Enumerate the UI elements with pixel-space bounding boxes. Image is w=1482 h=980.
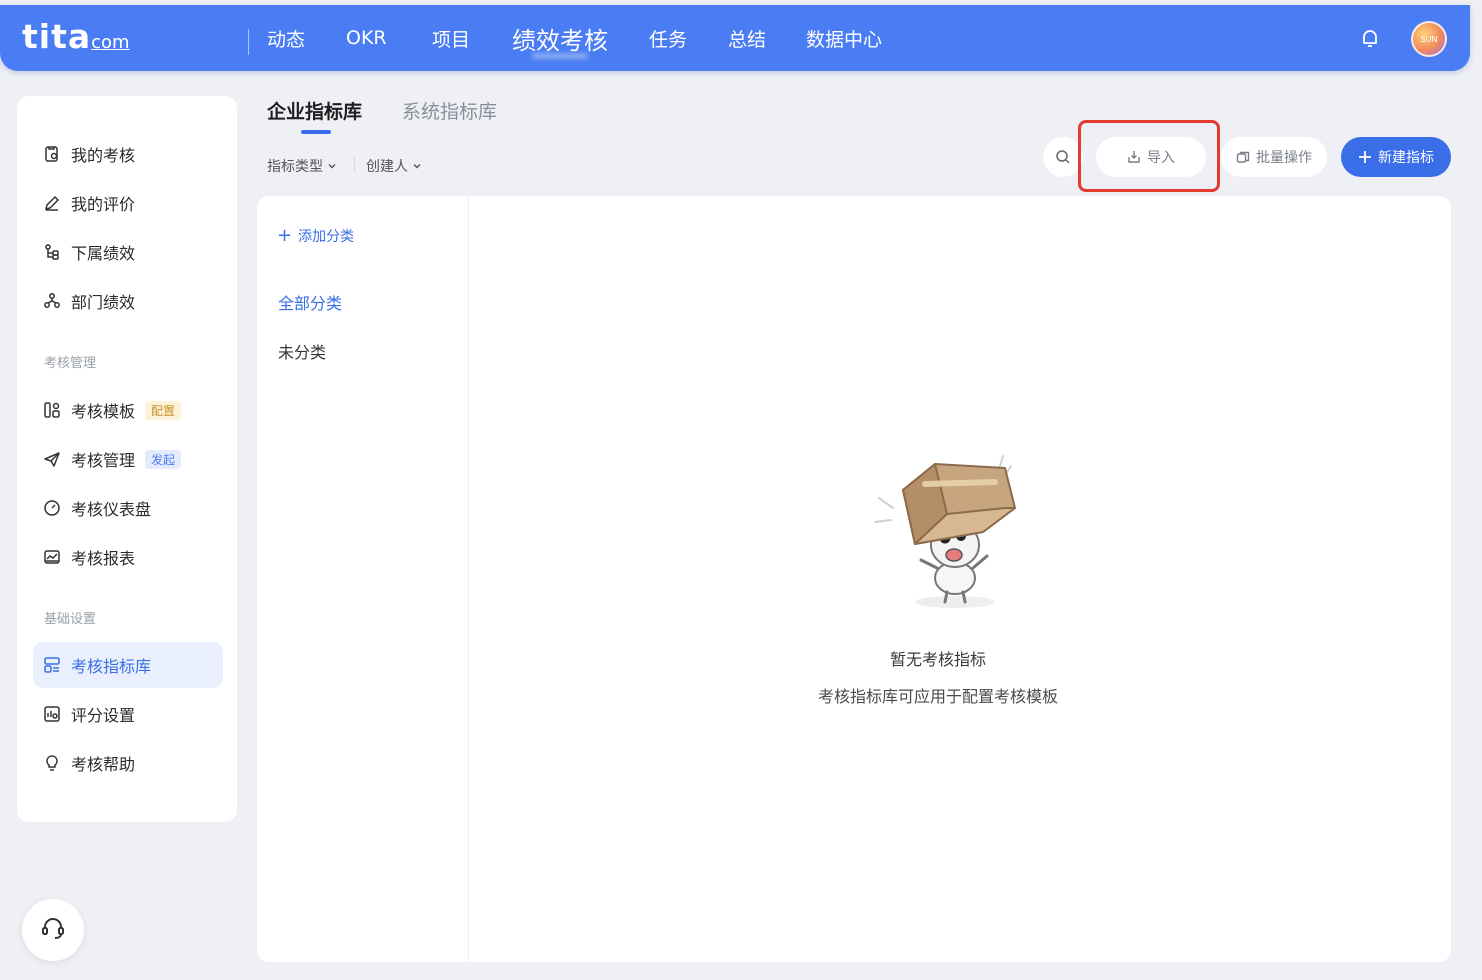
sidebar-item-label: 考核模板 <box>71 402 136 421</box>
sidebar-item-indicator-library[interactable]: 考核指标库 <box>33 642 223 688</box>
empty-state-title: 暂无考核指标 <box>889 650 986 669</box>
sidebar-item-review-management[interactable]: 考核管理 发起 <box>33 436 223 482</box>
sidebar-item-my-review[interactable]: 我的考核 <box>33 131 223 177</box>
top-navigation-bar: titacom 动态 OKR 项目 绩效考核 任务 总结 数据中心 SUN <box>0 5 1470 71</box>
add-category-button[interactable]: + 添加分类 <box>277 226 354 246</box>
empty-state-description: 考核指标库可应用于配置考核模板 <box>817 687 1058 706</box>
indicator-type-filter[interactable]: 指标类型 <box>267 156 337 176</box>
tab-system-library[interactable]: 系统指标库 <box>402 97 497 124</box>
search-icon <box>1056 150 1070 164</box>
sidebar-item-label: 考核仪表盘 <box>71 500 152 519</box>
config-tag: 配置 <box>145 400 182 420</box>
group-label-basic-settings: 基础设置 <box>44 612 97 627</box>
nav-item-tasks[interactable]: 任务 <box>649 5 687 71</box>
launch-tag: 发起 <box>145 449 182 469</box>
bell-icon[interactable] <box>1359 27 1381 49</box>
category-all[interactable]: 全部分类 <box>278 290 342 314</box>
sidebar-item-review-template[interactable]: 考核模板 配置 <box>33 387 223 433</box>
tita-logo[interactable]: titacom <box>22 19 130 61</box>
plus-icon <box>1359 151 1371 163</box>
active-tab-indicator <box>301 130 331 134</box>
subordinate-icon <box>42 242 62 262</box>
sidebar-item-label: 部门绩效 <box>71 293 136 312</box>
new-indicator-button[interactable]: 新建指标 <box>1341 137 1451 177</box>
category-uncategorized[interactable]: 未分类 <box>278 339 326 363</box>
sidebar-item-my-evaluation[interactable]: 我的评价 <box>33 180 223 226</box>
lightbulb-icon <box>42 753 62 773</box>
sidebar-item-label: 考核帮助 <box>71 755 136 774</box>
batch-operation-button[interactable]: 批量操作 <box>1221 137 1327 177</box>
report-icon <box>42 547 62 567</box>
sidebar-item-label: 下属绩效 <box>71 244 136 263</box>
score-settings-icon <box>42 704 62 724</box>
group-label-review-management: 考核管理 <box>44 356 97 371</box>
batch-icon <box>1236 151 1250 163</box>
nav-item-feed[interactable]: 动态 <box>267 5 305 71</box>
dashboard-icon <box>42 498 62 518</box>
filter-divider <box>354 157 355 172</box>
sidebar-item-review-report[interactable]: 考核报表 <box>33 534 223 580</box>
sidebar-item-label: 评分设置 <box>71 706 136 725</box>
sidebar-item-label: 我的评价 <box>71 195 136 214</box>
search-button[interactable] <box>1043 137 1083 177</box>
content-panel <box>257 196 1451 962</box>
headset-icon <box>40 915 66 945</box>
template-icon <box>42 400 62 420</box>
nav-item-summary[interactable]: 总结 <box>728 5 766 71</box>
chevron-down-icon <box>328 164 336 169</box>
sidebar: 我的考核 我的评价 下属绩效 部门绩效 考核管理 考核模板 配置 考核管理 发起… <box>17 96 237 822</box>
empty-state-illustration <box>874 455 1016 608</box>
send-icon <box>42 449 62 469</box>
sidebar-item-score-settings[interactable]: 评分设置 <box>33 691 223 737</box>
user-avatar[interactable]: SUN <box>1411 21 1447 57</box>
sidebar-item-department-performance[interactable]: 部门绩效 <box>33 278 223 324</box>
tab-enterprise-library[interactable]: 企业指标库 <box>267 97 362 124</box>
edit-icon <box>42 193 62 213</box>
chevron-down-icon <box>413 164 421 169</box>
sidebar-item-label: 考核报表 <box>71 549 136 568</box>
nav-item-okr[interactable]: OKR <box>346 5 387 71</box>
sidebar-item-subordinate-performance[interactable]: 下属绩效 <box>33 229 223 275</box>
sidebar-item-review-dashboard[interactable]: 考核仪表盘 <box>33 485 223 531</box>
nav-item-projects[interactable]: 项目 <box>432 5 470 71</box>
creator-filter[interactable]: 创建人 <box>366 156 422 176</box>
nav-item-data-center[interactable]: 数据中心 <box>806 5 882 71</box>
category-divider <box>468 196 469 962</box>
sidebar-item-label: 考核管理 <box>71 451 136 470</box>
sidebar-item-label: 我的考核 <box>71 146 136 165</box>
customer-support-button[interactable] <box>22 899 84 961</box>
indicator-library-icon <box>42 655 62 675</box>
sidebar-item-review-help[interactable]: 考核帮助 <box>33 740 223 786</box>
nav-divider <box>248 29 249 55</box>
sidebar-item-label: 考核指标库 <box>71 657 152 676</box>
department-icon <box>42 291 62 311</box>
my-review-icon <box>42 144 62 164</box>
plus-icon: + <box>277 225 293 246</box>
nav-item-performance[interactable]: 绩效考核 <box>512 5 608 71</box>
import-highlight-box <box>1078 120 1220 192</box>
